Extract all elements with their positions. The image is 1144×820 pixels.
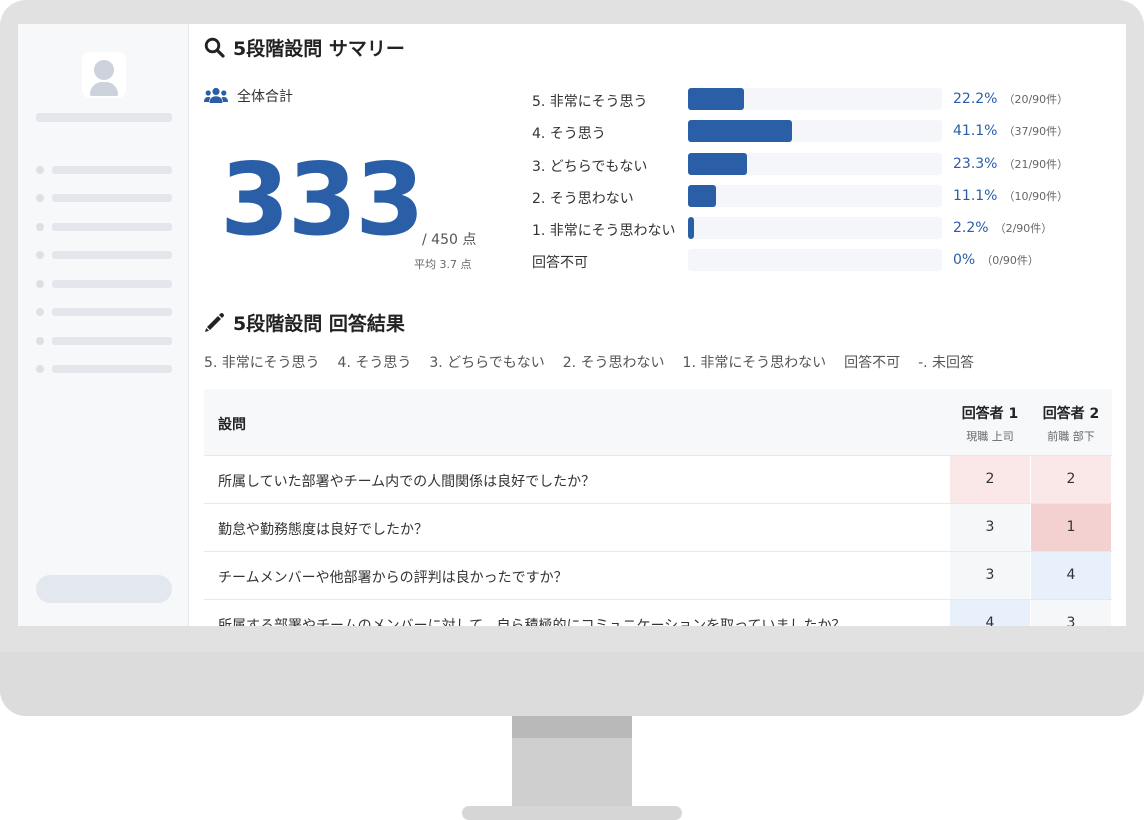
legend-item: 1. 非常にそう思わない [682, 355, 827, 371]
user-icon [94, 60, 114, 80]
total-label-text: 全体合計 [237, 89, 293, 105]
legend-item: 2. そう思わない [562, 355, 665, 371]
distribution-count: （10/90件） [1003, 190, 1069, 203]
sidebar-item[interactable] [36, 279, 172, 289]
answer-cell: 3 [950, 552, 1030, 599]
respondent-name: 回答者 1 [961, 406, 1019, 422]
distribution-bar [688, 120, 793, 142]
distribution-track [688, 88, 942, 110]
answer-cell: 1 [1031, 504, 1111, 551]
question-text: 勤怠や勤務態度は良好でしたか？ [218, 522, 428, 538]
monitor-stand-foot [462, 806, 682, 820]
distribution-label: 4. そう思う [532, 126, 606, 142]
table-row: 所属する部署やチームのメンバーに対して、自ら積極的にコミュニケーションを取ってい… [204, 600, 1112, 626]
pencil-icon [205, 312, 225, 332]
legend-item: 5. 非常にそう思う [204, 355, 320, 371]
screen: 5段階設問 サマリー 全体合計 333 / 450 点 平均 3.7 点 5. … [18, 24, 1126, 626]
answer-legend: 5. 非常にそう思う 4. そう思う 3. どちらでもない 2. そう思わない … [204, 352, 974, 372]
distribution-label: 5. 非常にそう思う [532, 94, 648, 110]
distribution-row: 5. 非常にそう思う 22.2% （20/90件） [532, 88, 1112, 112]
distribution-label: 2. そう思わない [532, 191, 634, 207]
sidebar-item[interactable] [36, 193, 172, 203]
users-icon [204, 87, 228, 103]
results-title: 5段階設問 回答結果 [233, 313, 405, 335]
legend-item: -. 未回答 [918, 355, 975, 371]
distribution-count: （21/90件） [1003, 158, 1069, 171]
distribution-count: （2/90件） [994, 222, 1053, 235]
legend-item: 3. どちらでもない [429, 355, 545, 371]
distribution-percent: 11.1% [953, 188, 998, 204]
distribution-count: （37/90件） [1003, 125, 1069, 138]
legend-item: 回答不可 [844, 355, 901, 371]
main-content: 5段階設問 サマリー 全体合計 333 / 450 点 平均 3.7 点 5. … [204, 24, 1112, 626]
total-label: 全体合計 [204, 86, 293, 106]
legend-item: 4. そう思う [337, 355, 412, 371]
distribution-percent: 0% [953, 252, 976, 268]
respondent-role: 前職 部下 [1047, 430, 1095, 443]
avatar[interactable] [82, 52, 126, 98]
distribution-percent: 22.2% [953, 91, 998, 107]
distribution-bar [688, 153, 748, 175]
monitor-chin [0, 652, 1144, 716]
distribution-row: 回答不可 0% （0/90件） [532, 249, 1112, 273]
distribution-row: 3. どちらでもない 23.3% （21/90件） [532, 153, 1112, 177]
answer-cell: 2 [950, 456, 1030, 503]
respondent-name: 回答者 2 [1042, 406, 1100, 422]
table-body: 所属していた部署やチーム内での人間関係は良好でしたか？ 2 2 勤怠や勤務態度は… [204, 456, 1112, 626]
distribution-track [688, 120, 942, 142]
table-row: 勤怠や勤務態度は良好でしたか？ 3 1 [204, 504, 1112, 552]
sidebar-item[interactable] [36, 250, 172, 260]
question-column-header: 設問 [218, 417, 246, 433]
distribution-bar [688, 217, 694, 239]
max-score: / 450 点 [422, 232, 477, 248]
distribution-row: 1. 非常にそう思わない 2.2% （2/90件） [532, 217, 1112, 241]
distribution-percent: 2.2% [953, 220, 989, 236]
sidebar [18, 24, 189, 626]
average-score: 平均 3.7 点 [414, 258, 472, 271]
summary-heading: 5段階設問 サマリー [204, 34, 405, 61]
results-table: 設問 回答者 1 現職 上司 回答者 2 前職 部下 所属していた部署やチーム内… [204, 389, 1112, 626]
sidebar-item[interactable] [36, 222, 172, 232]
table-row: チームメンバーや他部署からの評判は良かったですか？ 3 4 [204, 552, 1112, 600]
distribution-track [688, 217, 942, 239]
respondent-header: 回答者 2 前職 部下 [1031, 403, 1111, 444]
distribution-bar [688, 185, 717, 207]
distribution-label: 1. 非常にそう思わない [532, 223, 676, 239]
total-score: 333 [220, 141, 425, 258]
distribution-percent: 23.3% [953, 156, 998, 172]
sidebar-item[interactable] [36, 165, 172, 175]
summary-title: 5段階設問 サマリー [233, 38, 405, 60]
distribution-track [688, 249, 942, 271]
distribution-track [688, 185, 942, 207]
distribution-bar [688, 88, 745, 110]
distribution-count: （20/90件） [1003, 93, 1069, 106]
respondent-header: 回答者 1 現職 上司 [950, 403, 1030, 444]
question-text: 所属する部署やチームのメンバーに対して、自ら積極的にコミュニケーションを取ってい… [218, 618, 846, 626]
question-text: チームメンバーや他部署からの評判は良かったですか？ [218, 570, 568, 586]
distribution-track [688, 153, 942, 175]
search-icon [204, 37, 225, 58]
answer-cell: 2 [1031, 456, 1111, 503]
sidebar-user-name-placeholder [36, 113, 172, 122]
table-header: 設問 回答者 1 現職 上司 回答者 2 前職 部下 [204, 389, 1112, 456]
table-row: 所属していた部署やチーム内での人間関係は良好でしたか？ 2 2 [204, 456, 1112, 504]
question-text: 所属していた部署やチーム内での人間関係は良好でしたか？ [218, 474, 596, 490]
distribution-row: 4. そう思う 41.1% （37/90件） [532, 120, 1112, 144]
distribution-label: 回答不可 [532, 255, 588, 271]
sidebar-item[interactable] [36, 364, 172, 374]
respondent-role: 現職 上司 [966, 430, 1014, 443]
sidebar-item[interactable] [36, 307, 172, 317]
distribution-label: 3. どちらでもない [532, 159, 648, 175]
distribution-percent: 41.1% [953, 123, 998, 139]
answer-cell: 3 [1031, 600, 1111, 626]
sidebar-item[interactable] [36, 336, 172, 346]
results-heading: 5段階設問 回答結果 [204, 309, 405, 336]
distribution-count: （0/90件） [981, 254, 1039, 267]
answer-cell: 4 [1031, 552, 1111, 599]
distribution-row: 2. そう思わない 11.1% （10/90件） [532, 185, 1112, 209]
monitor-stand-shadow [512, 716, 632, 738]
answer-cell: 3 [950, 504, 1030, 551]
answer-cell: 4 [950, 600, 1030, 626]
sidebar-button[interactable] [36, 575, 172, 603]
